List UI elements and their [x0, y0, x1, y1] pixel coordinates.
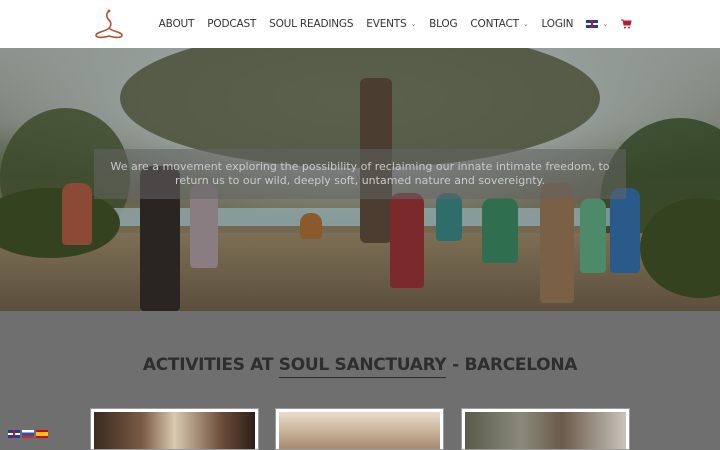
chevron-down-icon: ⌄: [602, 20, 608, 28]
activity-image: [465, 412, 626, 449]
nav-podcast-label: PODCAST: [207, 18, 257, 30]
nav-soul-readings-label: SOUL READINGS: [269, 18, 354, 30]
language-selector[interactable]: ⌄: [586, 20, 608, 28]
nav-contact-label: CONTACT: [470, 18, 519, 30]
chevron-down-icon: ⌄: [410, 20, 417, 28]
nav-soul-readings[interactable]: SOUL READINGS: [269, 18, 353, 30]
nav-about[interactable]: ABOUT: [159, 18, 195, 30]
logo-icon[interactable]: [92, 8, 126, 40]
cart-icon: [621, 19, 632, 29]
nav-events[interactable]: EVENTS ⌄: [366, 18, 416, 30]
nav-login[interactable]: LOGIN: [542, 18, 574, 30]
site-header: ABOUT PODCAST SOUL READINGS EVENTS ⌄ BLOG…: [0, 0, 720, 48]
dancer-figure: [482, 198, 518, 263]
activities-heading: ACTIVITIES AT SOUL SANCTUARY - BARCELONA: [0, 355, 720, 378]
russia-flag-icon[interactable]: [22, 430, 34, 438]
nav-podcast[interactable]: PODCAST: [207, 18, 256, 30]
activity-image: [279, 412, 440, 449]
language-switcher: [8, 430, 48, 438]
chevron-down-icon: ⌄: [522, 20, 529, 28]
uk-flag-icon[interactable]: [8, 430, 20, 438]
hero-section: We are a movement exploring the possibil…: [0, 48, 720, 311]
dancer-figure: [540, 183, 574, 303]
activities-section: ACTIVITIES AT SOUL SANCTUARY - BARCELONA: [0, 311, 720, 450]
activity-image: [94, 412, 255, 449]
activities-title-prefix: ACTIVITIES AT: [142, 355, 274, 375]
activities-title-highlight[interactable]: SOUL SANCTUARY: [278, 355, 447, 378]
spain-flag-icon[interactable]: [36, 430, 48, 438]
dancer-figure: [390, 193, 424, 288]
dancer-figure: [580, 198, 606, 273]
activity-card[interactable]: [90, 408, 259, 450]
nav-contact[interactable]: CONTACT ⌄: [470, 18, 528, 30]
main-nav: ABOUT PODCAST SOUL READINGS EVENTS ⌄ BLOG…: [159, 0, 632, 48]
dancer-figure: [436, 193, 462, 241]
cart-button[interactable]: [621, 19, 632, 29]
nav-blog[interactable]: BLOG: [429, 18, 457, 30]
dog-figure: [300, 213, 322, 239]
hero-tagline: We are a movement exploring the possibil…: [110, 160, 610, 187]
dancer-figure: [610, 188, 640, 273]
hero-text-box: We are a movement exploring the possibil…: [94, 149, 626, 199]
nav-login-label: LOGIN: [541, 18, 574, 30]
nav-events-label: EVENTS: [366, 18, 407, 30]
uk-flag-icon: [586, 20, 599, 28]
activities-title-suffix: - BARCELONA: [452, 355, 578, 375]
nav-blog-label: BLOG: [429, 18, 458, 30]
nav-about-label: ABOUT: [158, 18, 195, 30]
dancer-figure: [62, 183, 92, 245]
activity-card[interactable]: [461, 408, 630, 450]
activity-card[interactable]: [275, 408, 444, 450]
